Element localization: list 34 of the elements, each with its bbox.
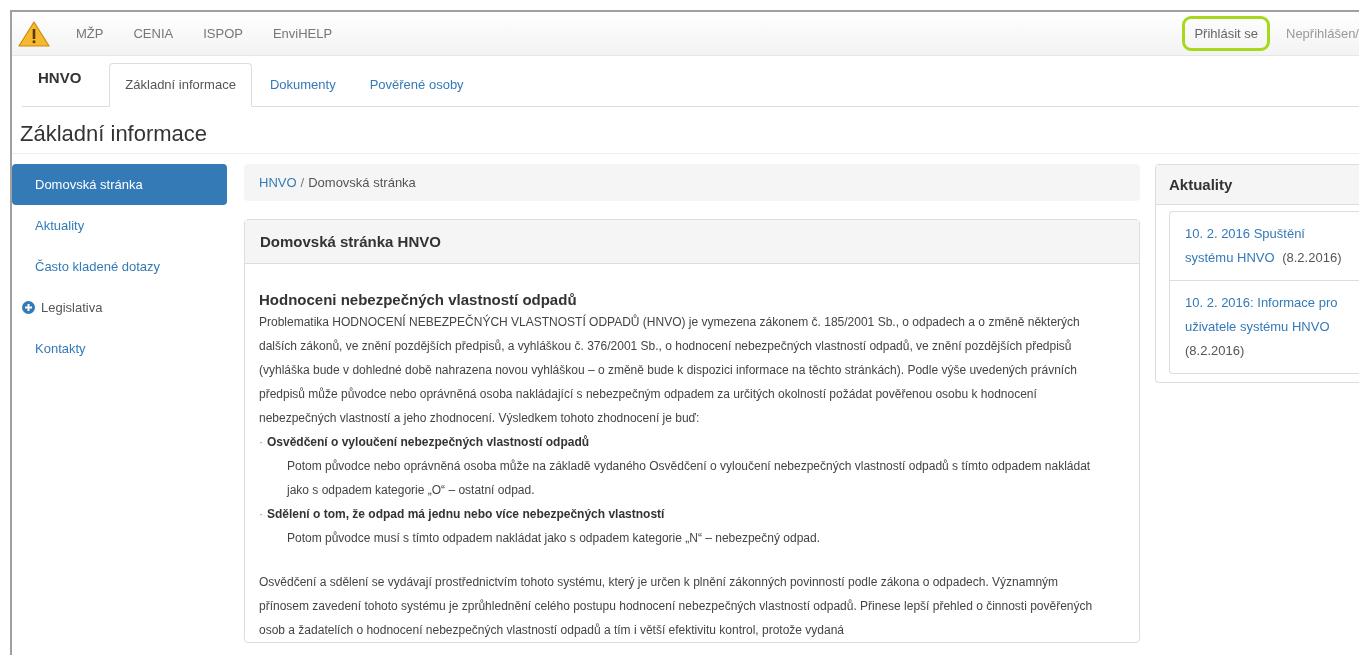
top-link[interactable]: EnviHELP: [272, 26, 333, 41]
news-title: Aktuality: [1169, 176, 1233, 193]
bullet-marker: ·: [259, 506, 263, 523]
plus-circle-icon: [22, 301, 35, 314]
top-link[interactable]: MŽP: [76, 26, 104, 41]
brand-name[interactable]: HNVO: [22, 68, 110, 86]
page-title: Základní informace: [20, 120, 209, 148]
warning-icon: [18, 20, 50, 47]
sidebar-item[interactable]: Legislativa: [12, 287, 227, 328]
sidebar-item[interactable]: Aktuality: [12, 205, 227, 246]
nav-tab[interactable]: Základní informace: [109, 63, 252, 107]
nav-tab[interactable]: Pověřené osoby: [353, 63, 480, 107]
top-link[interactable]: ISPOP: [203, 26, 243, 41]
sidebar-item[interactable]: Domovská stránka: [12, 164, 227, 205]
current-page-label: Domovská stránka: [308, 175, 416, 190]
news-item[interactable]: 10. 2. 2016: Informace pro uživatele systému HNVO (8.2.2016): [1185, 291, 1345, 363]
news-item[interactable]: 10. 2. 2016 Spuštění systému HNVO (8.2.2016): [1185, 222, 1345, 270]
paragraph: Osvědčení a sdělení se vydávají prostřednictvím tohoto systému, který je určen k plnění zákonných povinností podle zákona o odpadech. Významným přínosem zavedení tohoto systému je zprůhlednění celého postupu hodnocení nebezpečných vlastností odpadů. Přinese lepší přehled o činnosti pověřených osob a žadatelích o hodnocení nebezpečných vlastností odpadů a tím i větší efektivitu kontrol, protože vydaná: [259, 574, 1094, 639]
bullet-title: Sdělení o tom, že odpad má jednu nebo více nebezpečných vlastností: [267, 506, 665, 523]
paragraph: Problematika HODNOCENÍ NEBEZPEČNÝCH VLASTNOSTÍ ODPADŮ (HNVO) je vymezena zákonem č. 185/2001 Sb., o odpadech a o změně některých dalších zákonů, ve znění pozdějších předpisů, a vyhláškou č. 376/2001 Sb., o hodnocení nebezpečných vlastností odpadů, ve znění pozdějších předpisů (vyhláška bude v dohledné době nahrazena novou vyhláškou – o změně bude k dispozici informace na těchto stránkách). Podle výše uvedených právních předpisů může původce nebo oprávněná osoba nakládající s nebezpečným odpadem za určitých okolností požádat pověřenou osobu k hodnocení nebezpečných vlastností a jeho zhodnocení. Výsledkem tohoto zhodnocení je buď:: [259, 313, 1081, 427]
login-link[interactable]: Přihlásit se: [1182, 16, 1270, 51]
bullet-marker: ·: [259, 434, 263, 451]
paragraph: Potom původce musí s tímto odpadem nakládat jako s odpadem kategorie „N“ – nebezpečný odpad.: [286, 530, 821, 547]
paragraph: Potom původce nebo oprávněná osoba může na základě vydaného Osvědčení o vyloučení nebezpečných vlastností odpadů s tímto odpadem nakládat jako s odpadem kategorie „O“ – ostatní odpad.: [285, 458, 1092, 499]
panel-title: Domovská stránka HNVO: [260, 233, 441, 250]
section-heading: Hodnoceni nebezpečných vlastností odpadů: [259, 290, 578, 310]
user-status: Nepřihlášen/: [1286, 26, 1359, 41]
sidebar-item[interactable]: Často kladené dotazy: [12, 246, 227, 287]
sidebar-item[interactable]: Kontakty: [12, 328, 227, 369]
bullet-title: Osvědčení o vyloučení nebezpečných vlastností odpadů: [267, 434, 590, 451]
nav-tab[interactable]: Dokumenty: [253, 63, 352, 107]
breadcrumb-separator: /: [300, 175, 305, 190]
top-link[interactable]: CENIA: [133, 26, 174, 41]
breadcrumb-link[interactable]: HNVO: [259, 175, 297, 190]
